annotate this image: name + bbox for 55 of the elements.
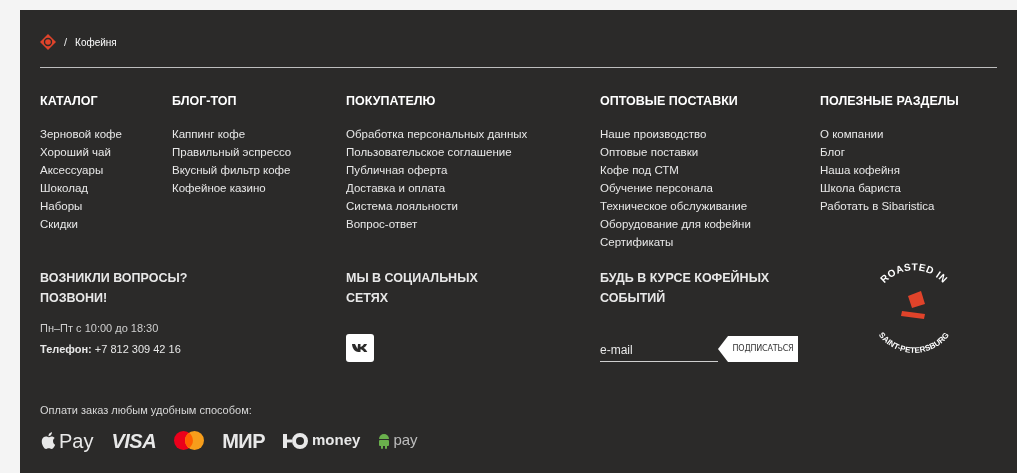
footer-link[interactable]: Наборы xyxy=(40,196,172,215)
logo-icon[interactable] xyxy=(40,34,56,50)
column-heading: ПОКУПАТЕЛЮ xyxy=(346,93,437,110)
footer-link[interactable]: Публичная оферта xyxy=(346,160,600,179)
footer-link[interactable]: Кофе под СТМ xyxy=(600,160,820,179)
payment-label: pay xyxy=(393,430,418,451)
section-heading: ВОЗНИКЛИ ВОПРОСЫ? ПОЗВОНИ! xyxy=(40,270,189,307)
footer-link[interactable]: Скидки xyxy=(40,214,172,233)
section-heading: БУДЬ В КУРСЕ КОФЕЙНЫХ СОБЫТИЙ xyxy=(600,269,771,307)
android-icon xyxy=(378,432,391,449)
column-heading: КАТАЛОГ xyxy=(40,93,99,110)
footer-link[interactable]: Обработка персональных данных xyxy=(346,124,600,143)
footer-link[interactable]: Оборудование для кофейни xyxy=(600,214,820,233)
footer-link[interactable]: Наше производство xyxy=(600,124,820,143)
apple-icon xyxy=(40,431,56,450)
payment-label: МИР xyxy=(222,428,266,454)
footer-link[interactable]: Хороший чай xyxy=(40,142,172,161)
section-heading: МЫ В СОЦИАЛЬНЫХ СЕТЯХ xyxy=(346,270,479,307)
square-icon xyxy=(900,291,925,319)
vk-icon[interactable] xyxy=(346,334,374,362)
footer-link[interactable]: Оптовые поставки xyxy=(600,142,820,161)
breadcrumb-separator: / xyxy=(64,34,68,50)
footer-link[interactable]: Обучение персонала xyxy=(600,178,820,197)
payment-label: money xyxy=(312,430,361,451)
column-heading: ПОЛЕЗНЫЕ РАЗДЕЛЫ xyxy=(820,93,960,110)
footer-link[interactable]: Школа бариста xyxy=(820,178,997,197)
footer-link[interactable]: Система лояльности xyxy=(346,196,600,215)
footer-link[interactable]: Кофейное казино xyxy=(172,178,346,197)
payment-label: Pay xyxy=(59,428,94,454)
yoomoney-icon xyxy=(283,432,310,449)
email-field[interactable]: e-mail xyxy=(600,338,718,362)
footer-link[interactable]: О компании xyxy=(820,124,997,143)
column-heading: БЛОГ-ТОП xyxy=(172,93,238,110)
footer-link[interactable]: Вкусный фильтр кофе xyxy=(172,160,346,179)
mastercard-icon xyxy=(174,431,205,450)
footer-link[interactable]: Наша кофейня xyxy=(820,160,997,179)
column-heading: ОПТОВЫЕ ПОСТАВКИ xyxy=(600,93,739,110)
footer-link[interactable]: Аксессуары xyxy=(40,160,172,179)
footer-link[interactable]: Доставка и оплата xyxy=(346,178,600,197)
phone-text: Телефон: +7 812 309 42 16 xyxy=(40,341,182,357)
footer-link[interactable]: Шоколад xyxy=(40,178,172,197)
payment-caption: Оплати заказ любым удобным способом: xyxy=(40,403,253,418)
footer-link[interactable]: Блог xyxy=(820,142,997,161)
footer-link[interactable]: Работать в Sibaristica xyxy=(820,196,997,215)
footer-link[interactable]: Правильный эспрессо xyxy=(172,142,346,161)
subscribe-button[interactable]: ПОДПИСАТЬСЯ xyxy=(718,336,798,362)
footer-link[interactable]: Пользовательское соглашение xyxy=(346,142,600,161)
breadcrumb-current: Кофейня xyxy=(75,35,117,50)
footer-link[interactable]: Зерновой кофе xyxy=(40,124,172,143)
payment-label: VISA xyxy=(111,428,157,454)
working-hours: Пн–Пт с 10:00 до 18:30 xyxy=(40,321,160,336)
footer-link[interactable]: Сертификаты xyxy=(600,232,820,251)
footer-link[interactable]: Техническое обслуживание xyxy=(600,196,820,215)
footer-link[interactable]: Каппинг кофе xyxy=(172,124,346,143)
footer-link[interactable]: Вопрос-ответ xyxy=(346,214,600,233)
